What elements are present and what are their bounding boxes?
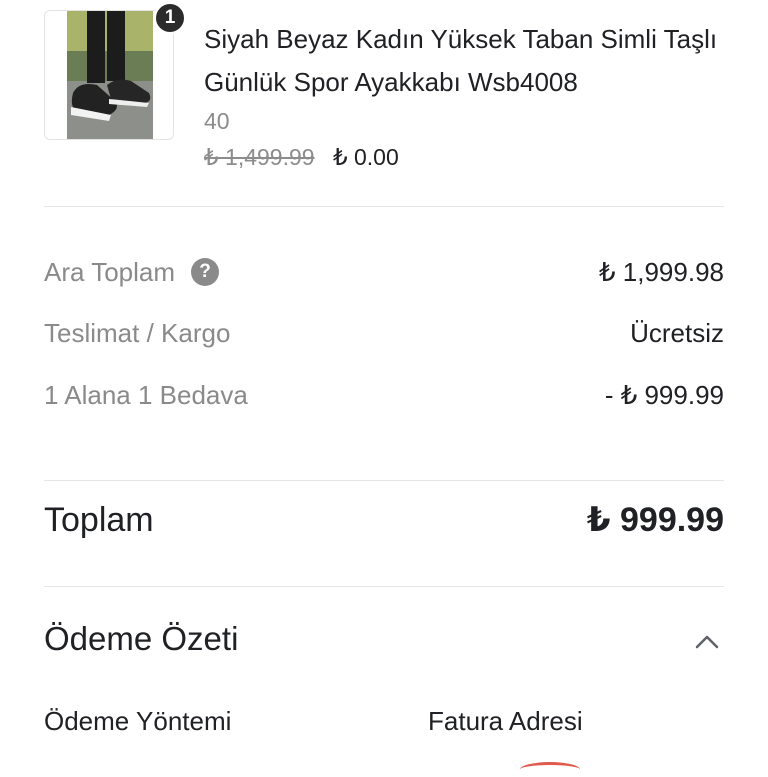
subtotal-row: Ara Toplam ? ₺ 1,999.98	[44, 252, 724, 292]
shipping-value: Ücretsiz	[630, 317, 724, 348]
divider	[44, 586, 724, 587]
product-thumbnail[interactable]	[44, 10, 174, 140]
subtotal-label: Ara Toplam	[44, 256, 176, 287]
quantity-badge: 1	[154, 2, 186, 34]
total-value: ₺ 999.99	[586, 501, 724, 539]
chevron-up-icon[interactable]	[694, 632, 720, 652]
product-name[interactable]: Siyah Beyaz Kadın Yüksek Taban Simli Taş…	[204, 18, 724, 104]
discount-label: 1 Alana 1 Bedava	[44, 379, 248, 410]
product-prices: ₺ 1,499.99 ₺ 0.00	[204, 144, 399, 171]
product-variant: 40	[204, 108, 230, 134]
divider	[44, 206, 724, 207]
discount-row: 1 Alana 1 Bedava - ₺ 999.99	[44, 375, 724, 415]
old-price: ₺ 1,499.99	[204, 144, 315, 170]
billing-address-label: Fatura Adresi	[428, 706, 583, 736]
sneaker-photo-icon	[45, 11, 173, 139]
shipping-row: Teslimat / Kargo Ücretsiz	[44, 313, 724, 353]
shipping-label: Teslimat / Kargo	[44, 317, 231, 348]
subtotal-label-wrap: Ara Toplam ?	[44, 256, 220, 288]
divider	[44, 480, 724, 481]
subtotal-value: ₺ 1,999.98	[599, 256, 724, 287]
payment-method-label: Ödeme Yöntemi	[44, 706, 232, 736]
current-price: ₺ 0.00	[332, 144, 399, 170]
card-logo-icon	[520, 762, 580, 777]
help-icon[interactable]: ?	[191, 258, 220, 286]
discount-value: - ₺ 999.99	[604, 379, 724, 410]
cart-item: 1 Siyah Beyaz Kadın Yüksek Taban Simli T…	[44, 2, 734, 200]
total-row: Toplam ₺ 999.99	[44, 500, 724, 540]
payment-summary-title[interactable]: Ödeme Özeti	[44, 620, 238, 658]
total-label: Toplam	[44, 500, 154, 539]
